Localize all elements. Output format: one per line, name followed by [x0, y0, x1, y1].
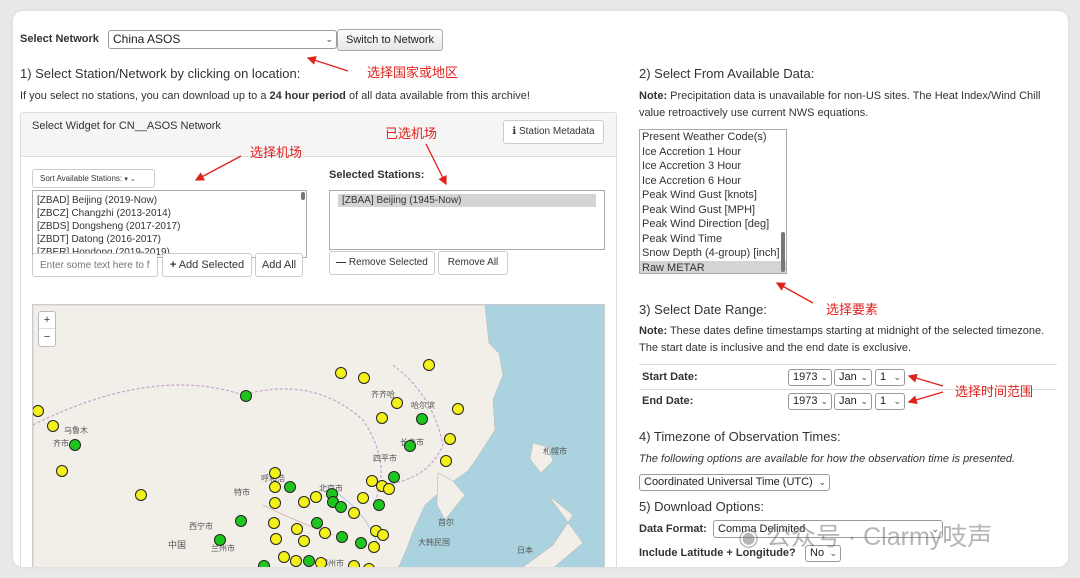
arrow-icon	[907, 391, 944, 405]
arrow-icon	[306, 56, 349, 72]
watermark: ◉ 公众号 · Clarmy吱声	[738, 517, 992, 553]
watermark-text: 公众号 · Clarmy吱声	[765, 523, 993, 551]
page-card: Select Network China ASOS ⌄ Switch to Ne…	[13, 11, 1068, 567]
wechat-icon: ◉	[738, 524, 759, 551]
arrow-icon	[775, 282, 814, 304]
arrow-icon	[425, 143, 447, 186]
arrow-icon	[907, 373, 944, 387]
annotation-arrows	[194, 56, 944, 405]
arrow-icon	[194, 155, 242, 181]
